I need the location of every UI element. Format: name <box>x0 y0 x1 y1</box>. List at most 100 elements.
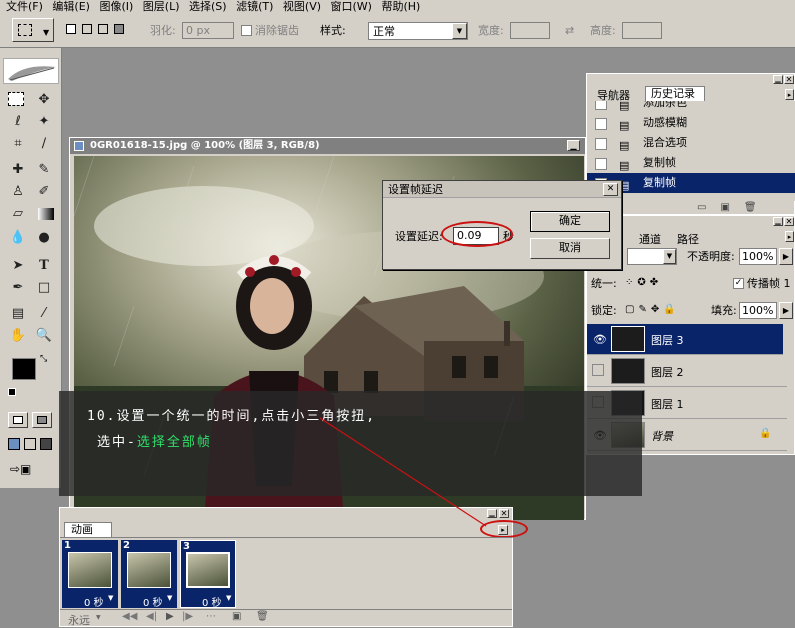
jump-to-imageready-icon[interactable]: ⇨▣ <box>10 462 31 476</box>
history-item[interactable]: ▤ 添加杂色 <box>587 101 783 113</box>
tween-icon[interactable]: ⋯ <box>206 611 216 622</box>
shape-tool-icon[interactable]: □ <box>34 278 54 298</box>
menu-image[interactable]: 图像(I) <box>99 1 133 12</box>
play-icon[interactable]: ▶ <box>166 611 174 622</box>
tab-channels[interactable]: 通道 <box>639 231 661 247</box>
frame[interactable]: 3 0 秒 ▼ <box>180 540 236 609</box>
standard-mode-icon[interactable] <box>8 412 28 428</box>
gradient-tool-icon[interactable] <box>38 208 54 220</box>
feather-input[interactable]: 0 px <box>182 22 234 39</box>
tab-animation[interactable]: 动画 <box>64 522 112 537</box>
menu-filter[interactable]: 滤镜(T) <box>236 1 273 12</box>
menu-view[interactable]: 视图(V) <box>283 1 321 12</box>
swap-icon[interactable]: ⇄ <box>565 24 574 38</box>
swap-colors-icon[interactable]: ⤡ <box>40 354 47 364</box>
menu-select[interactable]: 选择(S) <box>189 1 227 12</box>
panel-menu-icon[interactable]: ▸ <box>785 231 794 242</box>
new-selection-icon[interactable] <box>66 24 76 34</box>
tool-preset-picker[interactable]: ▼ <box>12 18 54 42</box>
snapshot-source-box[interactable] <box>595 158 607 170</box>
layer-row[interactable]: 👁 图层 3 <box>587 324 783 355</box>
chevron-down-icon[interactable]: ▼ <box>96 614 101 621</box>
history-item[interactable]: ▤ 动感模糊 <box>587 113 783 133</box>
tab-paths[interactable]: 路径 <box>677 231 699 247</box>
fill-slider-arrow-icon[interactable]: ▶ <box>779 302 793 319</box>
ok-button[interactable]: 确定 <box>530 211 610 232</box>
previous-frame-icon[interactable]: ◀| <box>146 611 157 622</box>
panel-menu-icon[interactable]: ▸ <box>785 89 794 100</box>
minimize-icon[interactable]: ▁ <box>567 140 580 151</box>
hand-tool-icon[interactable]: ✋ <box>8 326 28 346</box>
frame-delay[interactable]: 0 秒 <box>202 594 222 609</box>
next-frame-icon[interactable]: |▶ <box>182 611 193 622</box>
opacity-input[interactable]: 100% <box>739 248 777 265</box>
close-icon[interactable]: ✕ <box>784 75 794 84</box>
screen-mode-full-menu-icon[interactable] <box>24 438 36 450</box>
menu-edit[interactable]: 编辑(E) <box>52 1 90 12</box>
unify-buttons-icon[interactable]: ⁘✪✤ <box>625 277 662 288</box>
brush-tool-icon[interactable]: ✎ <box>34 160 54 180</box>
quickmask-mode-icon[interactable] <box>32 412 52 428</box>
move-tool-icon[interactable]: ✥ <box>34 90 54 110</box>
snapshot-source-box[interactable] <box>595 138 607 150</box>
add-selection-icon[interactable] <box>82 24 92 34</box>
style-select[interactable]: 正常 ▼ <box>368 22 468 40</box>
subtract-selection-icon[interactable] <box>98 24 108 34</box>
crop-tool-icon[interactable]: ⌗ <box>8 134 28 154</box>
snapshot-source-box[interactable] <box>595 118 607 130</box>
opacity-slider-arrow-icon[interactable]: ▶ <box>779 248 793 265</box>
cancel-button[interactable]: 取消 <box>530 238 610 259</box>
eyedropper-tool-icon[interactable]: ⁄ <box>34 304 54 324</box>
blur-tool-icon[interactable]: 💧 <box>8 228 28 248</box>
first-frame-icon[interactable]: ◀◀ <box>122 611 137 622</box>
minimize-icon[interactable]: ▁ <box>773 217 783 226</box>
lock-buttons-icon[interactable]: ▢✎✥🔒 <box>625 304 680 315</box>
height-input[interactable] <box>622 22 662 39</box>
minimize-icon[interactable]: ▁ <box>487 509 497 518</box>
tab-history[interactable]: 历史记录 <box>645 86 705 101</box>
eraser-tool-icon[interactable]: ▱ <box>8 204 28 224</box>
marquee-tool-icon[interactable] <box>8 92 24 106</box>
close-icon[interactable]: ✕ <box>603 183 618 196</box>
propagate-checkbox[interactable]: ✓ <box>733 278 744 289</box>
menu-help[interactable]: 帮助(H) <box>381 1 420 12</box>
menu-window[interactable]: 窗口(W) <box>331 1 372 12</box>
magic-wand-tool-icon[interactable]: ✦ <box>34 112 54 132</box>
slice-tool-icon[interactable]: ∕ <box>34 134 54 154</box>
intersect-selection-icon[interactable] <box>114 24 124 34</box>
visibility-box[interactable] <box>592 364 604 376</box>
close-icon[interactable]: ✕ <box>784 217 794 226</box>
path-selection-tool-icon[interactable]: ➤ <box>8 256 28 276</box>
screen-mode-full-icon[interactable] <box>40 438 52 450</box>
chevron-down-icon[interactable]: ▼ <box>108 594 113 602</box>
fill-input[interactable]: 100% <box>739 302 777 319</box>
pen-tool-icon[interactable]: ✒ <box>8 278 28 298</box>
dodge-tool-icon[interactable]: ● <box>34 228 54 248</box>
default-colors-icon[interactable] <box>8 388 16 396</box>
width-input[interactable] <box>510 22 550 39</box>
frame[interactable]: 1 0 秒 ▼ <box>62 540 118 609</box>
snapshot-source-box[interactable] <box>595 101 607 110</box>
history-item[interactable]: ▤ 复制帧 <box>587 153 783 173</box>
loop-select[interactable]: 永远 <box>68 612 90 628</box>
frame[interactable]: 2 0 秒 ▼ <box>121 540 177 609</box>
healing-brush-tool-icon[interactable]: ✚ <box>8 160 28 180</box>
notes-tool-icon[interactable]: ▤ <box>8 304 28 324</box>
frame-delay[interactable]: 0 秒 <box>84 594 104 609</box>
minimize-icon[interactable]: ▁ <box>773 75 783 84</box>
clone-stamp-tool-icon[interactable]: ♙ <box>8 182 28 202</box>
screen-mode-standard-icon[interactable] <box>8 438 20 450</box>
history-footer-icons[interactable]: ▭▣🗑 <box>697 202 771 213</box>
delete-frame-icon[interactable]: 🗑 <box>256 611 269 622</box>
history-brush-tool-icon[interactable]: ✐ <box>34 182 54 202</box>
antialias-checkbox[interactable] <box>241 25 252 36</box>
lasso-tool-icon[interactable]: ℓ <box>8 112 28 132</box>
chevron-down-icon[interactable]: ▼ <box>226 594 231 602</box>
chevron-down-icon[interactable]: ▼ <box>167 594 172 602</box>
duplicate-frame-icon[interactable]: ▣ <box>232 611 241 622</box>
history-item[interactable]: ▤ 混合选项 <box>587 133 783 153</box>
zoom-tool-icon[interactable]: 🔍 <box>34 326 54 346</box>
menu-layer[interactable]: 图层(L) <box>143 1 180 12</box>
eye-icon[interactable]: 👁 <box>593 333 607 346</box>
layer-row[interactable]: 图层 2 <box>587 356 787 387</box>
